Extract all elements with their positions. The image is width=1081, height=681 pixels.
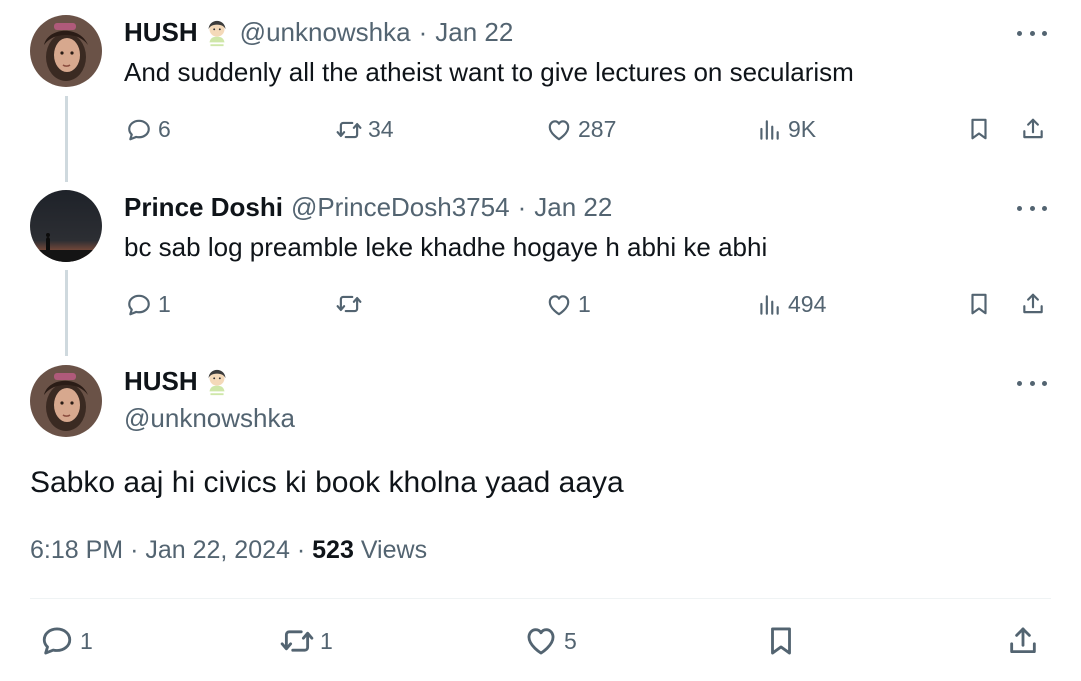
like-button[interactable]: 5 bbox=[524, 624, 577, 658]
retweet-icon bbox=[280, 624, 314, 658]
bookmark-button[interactable] bbox=[966, 291, 992, 317]
avatar[interactable] bbox=[30, 190, 102, 262]
avatar[interactable] bbox=[30, 15, 102, 87]
views-label: Views bbox=[360, 536, 428, 564]
thread-line bbox=[65, 96, 68, 182]
tweet-time[interactable]: 6:18 PM bbox=[30, 536, 123, 564]
display-name[interactable]: Prince Doshi bbox=[124, 192, 283, 223]
retweet-icon bbox=[336, 291, 362, 317]
retweet-button[interactable]: 34 bbox=[336, 116, 394, 143]
more-dots-icon[interactable] bbox=[1017, 28, 1047, 38]
share-button[interactable] bbox=[1020, 116, 1046, 142]
tweet-header: HUSH @unknowshka · Jan 22 bbox=[124, 17, 513, 48]
bookmark-icon bbox=[966, 116, 992, 142]
reply-count: 1 bbox=[158, 291, 171, 317]
reply-button[interactable]: 6 bbox=[126, 116, 171, 143]
tweet-date[interactable]: Jan 22 bbox=[435, 17, 513, 48]
reply-icon bbox=[40, 624, 74, 658]
like-count: 5 bbox=[564, 627, 577, 654]
like-button[interactable]: 287 bbox=[546, 116, 616, 143]
tweet-text: And suddenly all the atheist want to giv… bbox=[124, 57, 854, 87]
tweet-meta: 6:18 PM · Jan 22, 2024 · 523 Views bbox=[30, 536, 427, 565]
views-button[interactable]: 494 bbox=[756, 291, 826, 318]
reply-icon bbox=[126, 292, 152, 318]
user-handle[interactable]: @unknowshka bbox=[240, 17, 411, 48]
views-chart-icon bbox=[756, 292, 782, 318]
retweet-button[interactable] bbox=[336, 291, 368, 317]
views-chart-icon bbox=[756, 117, 782, 143]
main-display-name-row: HUSH bbox=[124, 366, 240, 397]
separator: · bbox=[418, 17, 428, 47]
avatar[interactable] bbox=[30, 365, 102, 437]
separator: · bbox=[517, 192, 527, 222]
reply-button[interactable]: 1 bbox=[40, 624, 93, 658]
bookmark-button[interactable] bbox=[764, 624, 798, 658]
like-count: 287 bbox=[578, 116, 617, 142]
reply-icon bbox=[126, 117, 152, 143]
more-dots-icon[interactable] bbox=[1017, 378, 1047, 388]
bookmark-icon bbox=[764, 624, 798, 658]
display-name[interactable]: HUSH bbox=[124, 366, 198, 397]
views-count: 9K bbox=[788, 116, 817, 142]
retweet-count: 34 bbox=[368, 116, 394, 142]
tweet-date[interactable]: Jan 22 bbox=[534, 192, 612, 223]
reply-count: 1 bbox=[80, 627, 93, 654]
heart-icon bbox=[546, 292, 572, 318]
bookmark-button[interactable] bbox=[966, 116, 992, 142]
share-icon bbox=[1006, 624, 1040, 658]
reply-button[interactable]: 1 bbox=[126, 291, 171, 318]
retweet-button[interactable]: 1 bbox=[280, 624, 333, 658]
retweet-icon bbox=[336, 117, 362, 143]
tweet-text: bc sab log preamble leke khadhe hogaye h… bbox=[124, 232, 768, 262]
views-count: 523 bbox=[312, 536, 354, 564]
thread-line bbox=[65, 270, 68, 356]
retweet-count: 1 bbox=[320, 627, 333, 654]
separator: · bbox=[130, 536, 139, 564]
like-button[interactable]: 1 bbox=[546, 291, 591, 318]
like-count: 1 bbox=[578, 291, 591, 317]
divider bbox=[30, 598, 1051, 599]
tweet-header: Prince Doshi @PrinceDosh3754 · Jan 22 bbox=[124, 192, 612, 223]
user-handle[interactable]: @PrinceDosh3754 bbox=[291, 192, 510, 223]
share-icon bbox=[1020, 291, 1046, 317]
user-handle[interactable]: @unknowshka bbox=[124, 403, 295, 434]
share-icon bbox=[1020, 116, 1046, 142]
heart-icon bbox=[546, 117, 572, 143]
bookmark-icon bbox=[966, 291, 992, 317]
woman-with-veil-emoji-icon bbox=[202, 367, 232, 397]
tweet-date[interactable]: Jan 22, 2024 bbox=[145, 536, 290, 564]
main-tweet-text: Sabko aaj hi civics ki book kholna yaad … bbox=[30, 466, 624, 499]
heart-icon bbox=[524, 624, 558, 658]
reply-count: 6 bbox=[158, 116, 171, 142]
share-button[interactable] bbox=[1006, 624, 1040, 658]
separator: · bbox=[296, 536, 306, 564]
display-name[interactable]: HUSH bbox=[124, 17, 198, 48]
views-count: 494 bbox=[788, 291, 827, 317]
more-dots-icon[interactable] bbox=[1017, 203, 1047, 213]
views-button[interactable]: 9K bbox=[756, 116, 816, 143]
woman-with-veil-emoji-icon bbox=[202, 18, 232, 48]
share-button[interactable] bbox=[1020, 291, 1046, 317]
